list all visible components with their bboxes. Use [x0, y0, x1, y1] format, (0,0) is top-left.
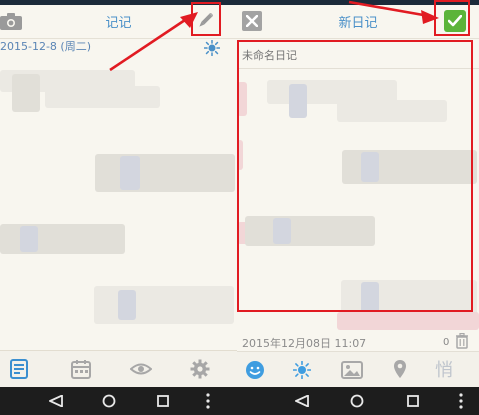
- diary-list-screen: 记记 2015-12-8 (周二): [0, 0, 237, 415]
- more-icon[interactable]: [459, 393, 463, 409]
- back-icon[interactable]: [295, 395, 309, 407]
- calendar-icon[interactable]: [71, 359, 91, 379]
- blurred-text: [120, 156, 140, 190]
- diary-list-icon[interactable]: [10, 359, 28, 379]
- home-icon[interactable]: [102, 394, 116, 408]
- system-nav-bar: [237, 387, 479, 415]
- location-pin-icon[interactable]: [393, 359, 407, 379]
- character-count: 0: [443, 337, 450, 348]
- blurred-text: [0, 224, 125, 254]
- highlight-box: [191, 2, 221, 36]
- more-icon[interactable]: [206, 393, 210, 409]
- editor-toolbar: 悄: [237, 351, 479, 388]
- new-diary-screen: 新日记 2015年12月08日 11:07 0: [237, 0, 479, 415]
- emoji-icon[interactable]: [245, 360, 265, 380]
- system-nav-bar: [0, 387, 237, 415]
- back-icon[interactable]: [49, 395, 63, 407]
- annotation-arrow: [109, 12, 198, 72]
- diary-date: 2015-12-8 (周二): [0, 40, 92, 53]
- sun-weather-icon: [204, 40, 220, 56]
- blurred-text: [45, 86, 160, 108]
- blurred-text: [94, 286, 234, 324]
- recents-icon[interactable]: [157, 395, 169, 407]
- sun-weather-icon[interactable]: [293, 361, 311, 379]
- annotation-arrow: [348, 0, 439, 24]
- diary-timestamp: 2015年12月08日 11:07: [242, 337, 367, 350]
- highlight-box: [434, 0, 470, 36]
- gear-icon[interactable]: [190, 359, 210, 379]
- highlight-box: [237, 40, 473, 312]
- mood-button[interactable]: 悄: [435, 356, 453, 382]
- blurred-text: [95, 154, 235, 192]
- eye-icon[interactable]: [130, 361, 152, 377]
- blurred-text: [337, 312, 479, 330]
- home-icon[interactable]: [350, 394, 364, 408]
- trash-icon[interactable]: [456, 333, 468, 349]
- blurred-text: [20, 226, 38, 252]
- recents-icon[interactable]: [407, 395, 419, 407]
- blurred-text: [12, 74, 40, 112]
- image-icon[interactable]: [341, 361, 363, 379]
- blurred-text: [118, 290, 136, 320]
- bottom-tab-bar: [0, 350, 237, 387]
